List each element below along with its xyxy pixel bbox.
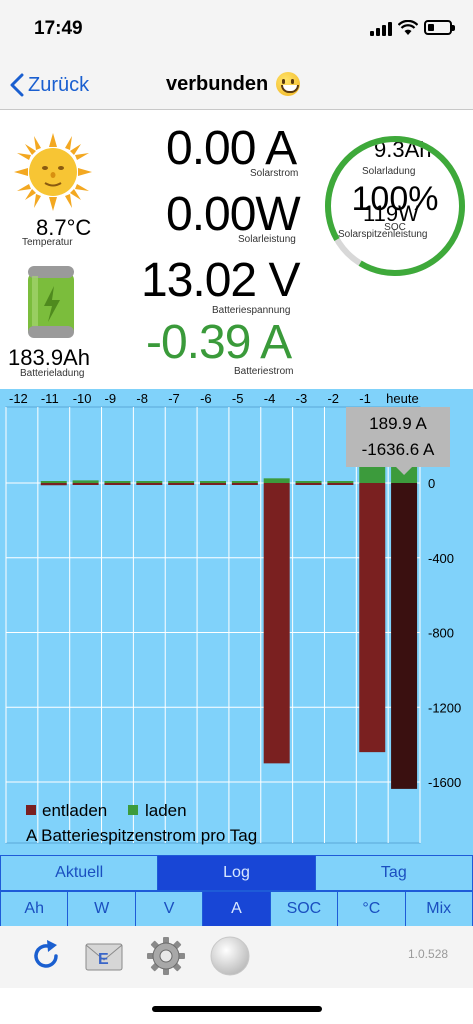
- bar-entladen: [72, 483, 99, 485]
- bar-entladen: [359, 483, 386, 753]
- x-tick-label: -9: [105, 391, 117, 406]
- unit-segment-ccelsius[interactable]: °C: [338, 892, 406, 926]
- bar-laden: [295, 481, 322, 483]
- segment-tag[interactable]: Tag: [315, 856, 472, 890]
- battery-peak-current-chart[interactable]: 0 -400 -800 -1200 -1600 -12 -11 -10 -9 -8 -7 -6 -5 -4…: [0, 389, 473, 855]
- legend-label-laden: laden: [145, 801, 187, 820]
- segment-aktuell[interactable]: Aktuell: [1, 856, 159, 890]
- status-bar: 17:49: [0, 0, 473, 60]
- x-tick-label: -10: [73, 391, 92, 406]
- y-tick-label: -800: [428, 626, 454, 641]
- tooltip-line-1: 189.9 A: [369, 414, 427, 433]
- bar-laden: [136, 481, 163, 483]
- page-title-text: verbunden: [166, 72, 269, 95]
- bar-laden: [327, 481, 354, 483]
- bar-entladen: [295, 483, 322, 485]
- unit-segmented-control: Ah W V A SOC °C Mix: [0, 891, 473, 927]
- navigation-bar: Zurück verbunden: [0, 60, 473, 110]
- temperature-value: 8.7°C: [36, 215, 92, 240]
- x-tick-label: -7: [168, 391, 180, 406]
- y-tick-label: 0: [428, 476, 435, 491]
- solar-current-value: 0.00 A: [166, 122, 297, 175]
- bar-laden: [263, 478, 290, 483]
- bar-entladen: [200, 483, 226, 485]
- soc-caption: SOC: [384, 222, 406, 233]
- bar-entladen: [136, 483, 163, 485]
- bar-entladen: [168, 483, 195, 485]
- solar-power-caption: Solarleistung: [238, 234, 296, 245]
- unit-segment-ah[interactable]: Ah: [1, 892, 69, 926]
- sun-icon: [14, 133, 92, 211]
- email-icon[interactable]: E: [84, 936, 124, 976]
- x-tick-label: -6: [200, 391, 212, 406]
- battery-current-caption: Batteriestrom: [234, 366, 294, 377]
- x-tick-label: -2: [327, 391, 339, 406]
- back-label: Zurück: [28, 73, 90, 96]
- x-tick-label: -8: [136, 391, 148, 406]
- settings-icon[interactable]: [146, 936, 186, 976]
- battery-charge-caption: Batterieladung: [20, 368, 85, 379]
- tooltip-line-2: -1636.6 A: [362, 440, 435, 459]
- battery-voltage-caption: Batteriespannung: [212, 305, 291, 316]
- plot-frame: [5, 406, 421, 844]
- battery-charge-value: 183.9Ah: [8, 345, 90, 370]
- soc-value: 100%: [351, 180, 439, 218]
- y-tick-label: -1600: [428, 775, 461, 790]
- bar-laden: [72, 480, 99, 483]
- x-tick-label: -4: [264, 391, 276, 406]
- battery-charging-icon: [28, 266, 74, 338]
- x-tick-label: heute: [386, 391, 419, 406]
- grinning-face-icon: [276, 72, 301, 96]
- bar-entladen: [104, 483, 131, 485]
- home-indicator: [152, 1006, 322, 1012]
- unit-segment-soc[interactable]: SOC: [270, 892, 339, 926]
- wifi-icon: [398, 20, 418, 35]
- view-mode-segmented-control: Aktuell Log Tag: [0, 855, 473, 891]
- cellular-signal-icon: [370, 22, 394, 36]
- solar-power-value: 0.00W: [166, 188, 301, 241]
- record-button-icon[interactable]: [210, 936, 250, 976]
- x-tick-label: -11: [41, 391, 59, 406]
- chart-canvas: 0 -400 -800 -1200 -1600 -12 -11 -10 -9 -8 -7 -6 -5 -4…: [5, 391, 461, 845]
- status-time: 17:49: [34, 18, 83, 39]
- chart-ylabel: A Batteriespitzenstrom pro Tag: [26, 826, 257, 845]
- segment-log[interactable]: Log: [158, 856, 316, 890]
- bar-laden: [200, 481, 226, 483]
- x-tick-label: -12: [9, 391, 28, 406]
- app-version: 1.0.528: [408, 947, 449, 961]
- back-button[interactable]: Zurück: [10, 70, 89, 100]
- x-tick-label: -5: [232, 391, 244, 406]
- y-tick-label: -400: [428, 551, 454, 566]
- legend-swatch-laden: [128, 805, 138, 815]
- bar-entladen: [40, 483, 67, 486]
- email-letter: E: [98, 951, 109, 968]
- bar-laden: [231, 481, 258, 483]
- bar-entladen: [391, 483, 418, 789]
- bar-entladen: [263, 483, 290, 764]
- unit-segment-a[interactable]: A: [203, 892, 271, 926]
- bottom-toolbar: E: [0, 926, 473, 988]
- temperature-caption: Temperatur: [22, 237, 73, 248]
- bar-laden: [104, 481, 131, 483]
- y-tick-label: -1200: [428, 700, 461, 715]
- battery-voltage-value: 13.02 V: [141, 254, 300, 307]
- unit-segment-v[interactable]: V: [135, 892, 204, 926]
- battery-status-icon: [424, 20, 455, 35]
- chevron-left-icon: [10, 73, 24, 97]
- legend-swatch-entladen: [26, 805, 36, 815]
- page-title: verbunden: [166, 72, 301, 96]
- battery-current-value: -0.39 A: [146, 316, 292, 369]
- bar-laden: [40, 481, 67, 483]
- x-tick-label: -3: [296, 391, 308, 406]
- bar-entladen: [231, 483, 258, 485]
- solar-current-caption: Solarstrom: [250, 168, 299, 179]
- legend-label-entladen: entladen: [42, 801, 107, 820]
- bar-entladen: [327, 483, 354, 485]
- unit-segment-w[interactable]: W: [68, 892, 136, 926]
- unit-segment-mix[interactable]: Mix: [405, 892, 472, 926]
- refresh-icon[interactable]: [26, 936, 66, 976]
- x-tick-label: -1: [359, 391, 371, 406]
- bar-laden: [168, 481, 195, 483]
